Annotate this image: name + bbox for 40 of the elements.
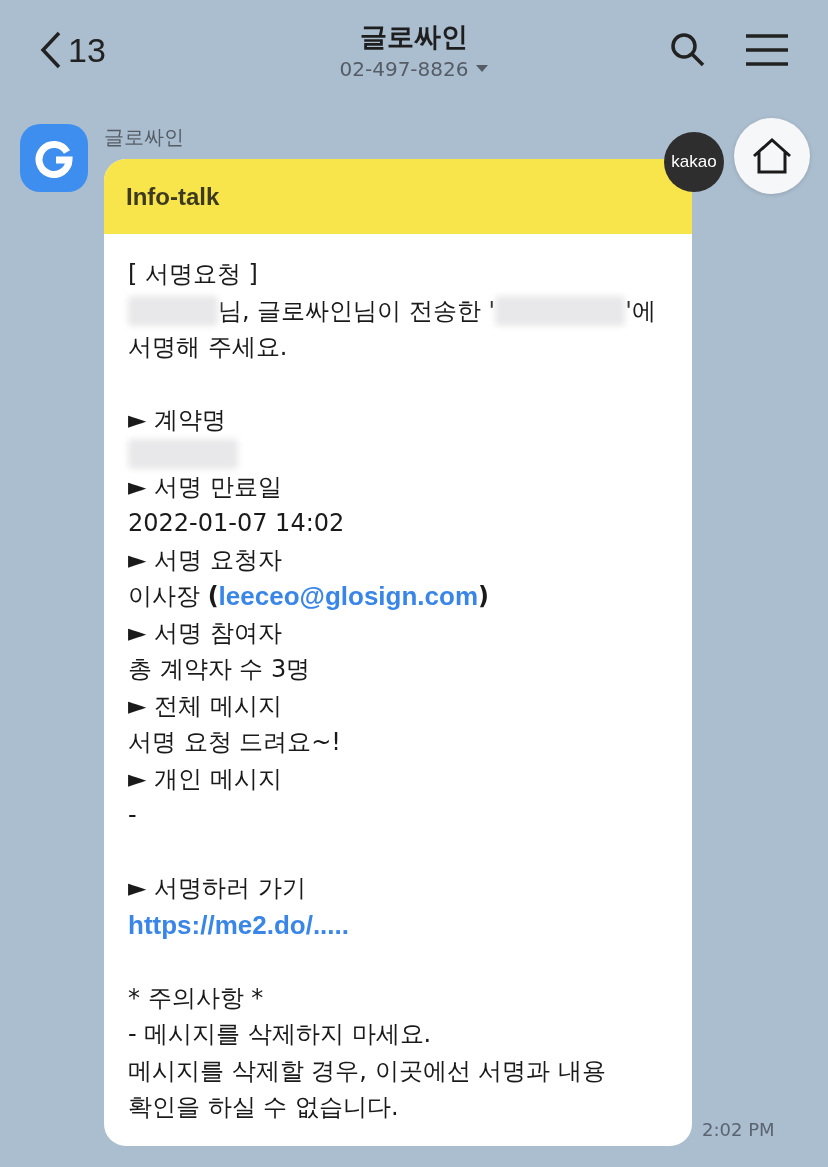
home-icon <box>751 137 793 175</box>
message-time: 2:02 PM <box>702 1118 775 1142</box>
message-text: ► 계약명 <box>128 405 227 436</box>
menu-icon <box>746 34 788 66</box>
message-text: ► 서명 요청자 <box>128 544 282 576</box>
message-text: [ 서명요청 ] <box>128 259 258 290</box>
message-text: ► 전체 메시지 <box>128 690 282 722</box>
message-text: 2022-01-07 14:02 <box>128 508 345 539</box>
message-text: ► 서명 참여자 <box>128 617 282 649</box>
home-button[interactable] <box>734 118 810 194</box>
message-text: 님, 글로싸인님이 전송한 ' <box>218 295 496 327</box>
message-text: 확인을 하실 수 없습니다. <box>128 1092 399 1123</box>
message-text: - <box>128 800 137 831</box>
message-text: 이사장 ( <box>128 581 219 612</box>
message-text: ► 개인 메시지 <box>128 763 282 795</box>
message-text: * 주의사항 * <box>128 982 264 1014</box>
search-icon <box>670 32 706 68</box>
message-text: '에 <box>625 295 656 327</box>
kakao-badge: kakao <box>664 132 724 192</box>
chat-title: 글로싸인 <box>360 20 468 54</box>
message-text: 메시지를 삭제할 경우, 이곳에선 서명과 내용 <box>128 1055 606 1087</box>
message-text: 총 계약자 수 3명 <box>128 654 311 685</box>
sender-avatar[interactable] <box>20 124 88 192</box>
message-text: 서명 요청 드려요~! <box>128 727 341 758</box>
phone-number-dropdown[interactable]: 02-497-8826 <box>339 57 489 81</box>
message-text: - 메시지를 삭제하지 마세요. <box>128 1019 432 1050</box>
logo-icon <box>34 138 74 178</box>
link[interactable]: leeceo@glosign.com <box>218 578 479 615</box>
sender-name: 글로싸인 <box>104 124 185 151</box>
message-text: ) <box>478 581 489 612</box>
message-text: ► 서명 만료일 <box>128 471 282 503</box>
link[interactable]: https://me2.do/..... <box>128 906 349 943</box>
menu-button[interactable] <box>746 34 788 66</box>
chevron-left-icon <box>40 30 62 70</box>
message-text: ► 서명하러 가기 <box>128 873 306 904</box>
search-button[interactable] <box>670 32 706 68</box>
caret-icon <box>476 65 489 73</box>
unread-count: 13 <box>68 30 106 70</box>
message-text: 서명해 주세요. <box>128 332 288 363</box>
back-button[interactable]: 13 <box>40 30 106 70</box>
